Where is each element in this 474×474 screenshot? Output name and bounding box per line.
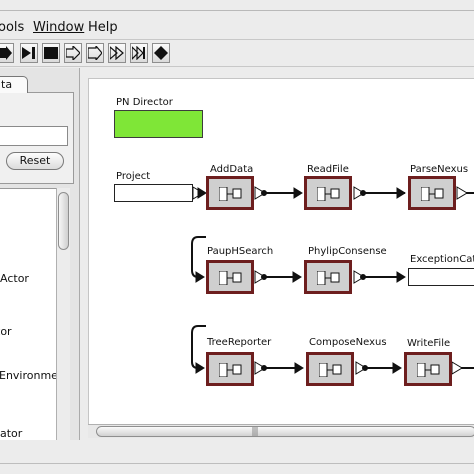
- wire-junction: [261, 365, 267, 371]
- scrollbar-grip-icon: [252, 427, 258, 436]
- canvas-scrollbar-thumb[interactable]: [96, 426, 474, 437]
- wire: [191, 236, 206, 278]
- paup-hsearch-actor[interactable]: [206, 260, 254, 294]
- wire-junction: [362, 365, 368, 371]
- exception-catcher[interactable]: [408, 268, 474, 286]
- wire-junction: [261, 274, 267, 280]
- input-port: [294, 362, 304, 374]
- director-label: PN Director: [116, 97, 173, 108]
- composite-actor-icon: [317, 271, 340, 285]
- project-constant[interactable]: [114, 184, 193, 202]
- input-port: [392, 362, 402, 374]
- input-port: [292, 271, 302, 283]
- phylip-consense-actor[interactable]: [304, 260, 352, 294]
- output-port: [451, 361, 463, 375]
- connection-wires: [191, 186, 474, 375]
- window-bottom-border: [0, 463, 474, 464]
- canvas-horizontal-scrollbar[interactable]: [88, 424, 474, 438]
- tree-reporter-actor[interactable]: [206, 352, 254, 386]
- composite-actor-icon: [319, 363, 342, 377]
- exception-label: ExceptionCat: [410, 254, 474, 265]
- input-port: [396, 187, 406, 199]
- actor-label: ParseNexus: [410, 164, 469, 175]
- actor-label: PaupHSearch: [207, 246, 274, 257]
- actor-label: TreeReporter: [207, 337, 272, 348]
- input-port: [293, 187, 303, 199]
- wire-junction: [360, 190, 366, 196]
- composite-actor-icon: [219, 363, 242, 377]
- status-area: [0, 440, 474, 474]
- output-port: [456, 186, 468, 200]
- write-file-actor[interactable]: [404, 352, 452, 386]
- compose-nexus-actor[interactable]: [306, 352, 354, 386]
- application-window: ools Window Help ta Reset Actor or Envir…: [0, 0, 474, 474]
- input-port: [195, 271, 205, 283]
- actor-label: PhylipConsense: [308, 246, 387, 257]
- project-label: Project: [116, 171, 151, 182]
- wire-junction: [261, 190, 267, 196]
- add-data-actor[interactable]: [206, 176, 254, 210]
- pn-director[interactable]: [114, 110, 203, 138]
- input-port: [195, 362, 205, 374]
- composite-actor-icon: [317, 187, 340, 201]
- actor-label: WriteFile: [407, 338, 451, 349]
- composite-actor-icon: [219, 271, 242, 285]
- wire: [191, 325, 206, 369]
- actor-label: ReadFile: [307, 164, 349, 175]
- wire-junction: [360, 274, 366, 280]
- read-file-actor[interactable]: [304, 176, 352, 210]
- input-port: [396, 271, 406, 283]
- input-port: [197, 187, 207, 199]
- composite-actor-icon: [219, 187, 242, 201]
- actor-label: ComposeNexus: [309, 337, 387, 348]
- composite-actor-icon: [421, 187, 444, 201]
- composite-actor-icon: [417, 363, 440, 377]
- actor-label: AddData: [210, 164, 254, 175]
- parse-nexus-actor[interactable]: [408, 176, 456, 210]
